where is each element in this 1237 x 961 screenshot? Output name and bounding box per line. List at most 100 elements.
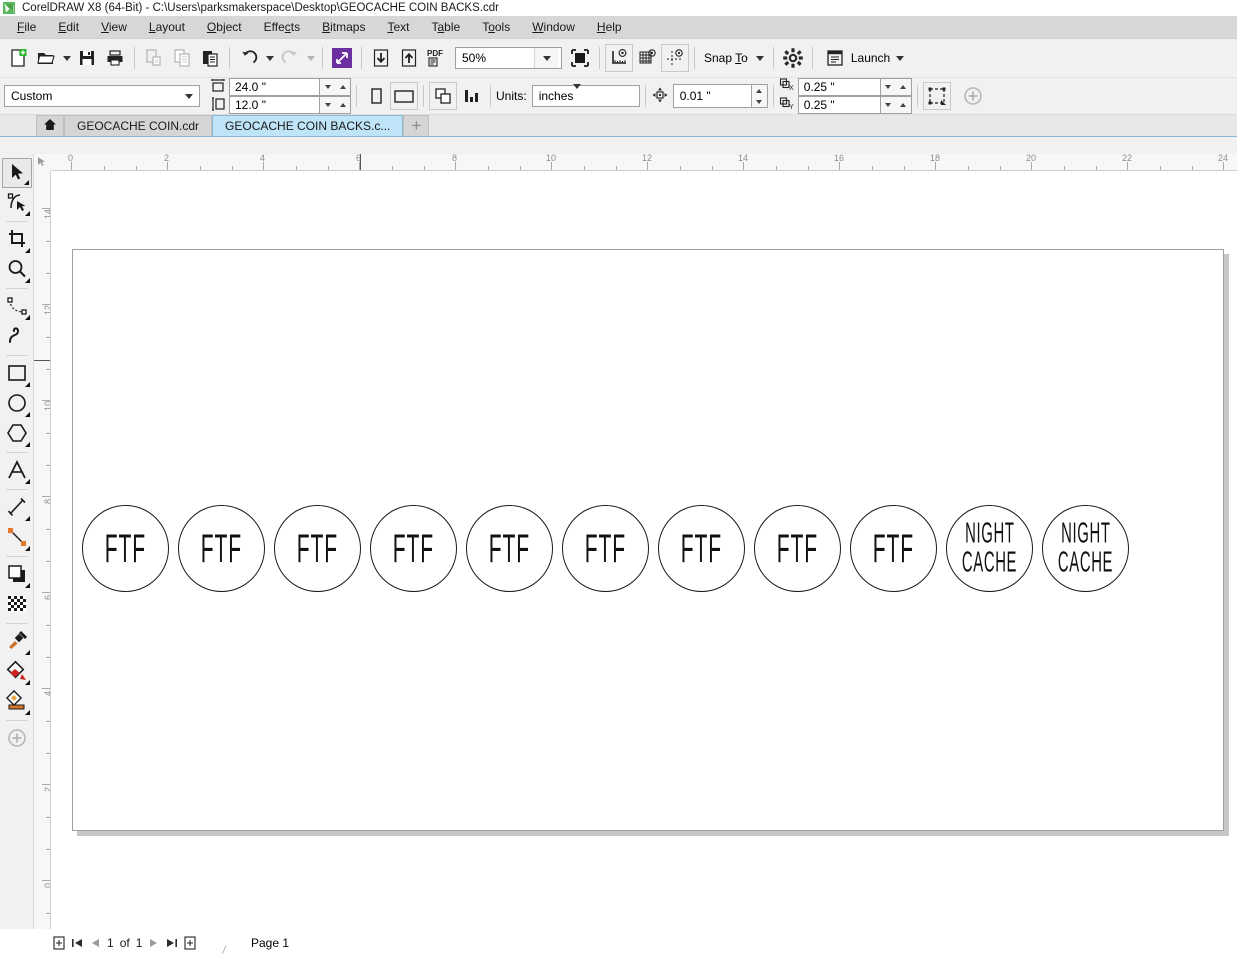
page-width-spinner[interactable] bbox=[319, 78, 351, 96]
full-screen-preview-button[interactable] bbox=[566, 44, 594, 72]
ruler-origin-button[interactable] bbox=[34, 154, 51, 171]
document-tab-1[interactable]: GEOCACHE COIN BACKS.c... bbox=[212, 115, 404, 136]
home-screen-tab[interactable] bbox=[36, 115, 64, 136]
add-page-after-button[interactable] bbox=[181, 934, 199, 952]
shape-tool[interactable] bbox=[2, 188, 32, 218]
units-combobox[interactable]: inches bbox=[531, 84, 640, 107]
open-document-button[interactable] bbox=[32, 44, 60, 72]
text-tool[interactable] bbox=[2, 456, 32, 486]
add-page-before-button[interactable] bbox=[50, 934, 68, 952]
transparency-tool[interactable] bbox=[2, 590, 32, 620]
show-guides-button[interactable] bbox=[661, 44, 689, 72]
current-page-only-button[interactable] bbox=[457, 82, 485, 110]
last-page-button[interactable] bbox=[163, 934, 181, 952]
print-button[interactable] bbox=[101, 44, 129, 72]
menu-effects[interactable]: Effects bbox=[253, 17, 311, 37]
duplicate-y-input[interactable]: 0.25 " bbox=[797, 96, 880, 114]
color-eyedropper-tool[interactable] bbox=[2, 627, 32, 657]
duplicate-x-input[interactable]: 0.25 " bbox=[797, 78, 880, 96]
document-tab-0[interactable]: GEOCACHE COIN.cdr bbox=[64, 115, 213, 136]
first-page-button[interactable] bbox=[68, 934, 86, 952]
menu-tools[interactable]: Tools bbox=[471, 17, 521, 37]
coin-ftf-3[interactable]: FTF bbox=[274, 505, 361, 592]
all-pages-button[interactable] bbox=[429, 82, 457, 110]
polygon-tool[interactable] bbox=[2, 419, 32, 449]
new-document-button[interactable] bbox=[4, 44, 32, 72]
units-dropdown-arrow[interactable] bbox=[573, 84, 582, 103]
menu-layout[interactable]: Layout bbox=[138, 17, 196, 37]
fill-tool[interactable] bbox=[2, 657, 32, 687]
zoom-level-dropdown-arrow[interactable] bbox=[534, 48, 558, 68]
drop-shadow-tool[interactable] bbox=[2, 560, 32, 590]
new-document-tab-button[interactable]: + bbox=[403, 115, 430, 136]
treat-as-filled-button[interactable] bbox=[922, 82, 951, 110]
artistic-media-tool[interactable] bbox=[2, 322, 32, 352]
rectangle-tool[interactable] bbox=[2, 359, 32, 389]
connector-tool[interactable] bbox=[2, 523, 32, 553]
menu-help[interactable]: Help bbox=[586, 17, 633, 37]
current-page-number[interactable]: 1 bbox=[104, 936, 117, 950]
zoom-level-combobox[interactable] bbox=[455, 47, 562, 69]
menu-view[interactable]: View bbox=[90, 17, 138, 37]
search-content-button[interactable] bbox=[328, 44, 356, 72]
page-height-spinner[interactable] bbox=[319, 96, 351, 114]
landscape-orientation-button[interactable] bbox=[390, 82, 418, 110]
menu-text[interactable]: Text bbox=[376, 17, 420, 37]
menu-object[interactable]: Object bbox=[196, 17, 253, 37]
coin-ftf-2[interactable]: FTF bbox=[178, 505, 265, 592]
show-rulers-button[interactable] bbox=[605, 44, 633, 72]
menu-window[interactable]: Window bbox=[521, 17, 586, 37]
coin-ftf-7[interactable]: FTF bbox=[658, 505, 745, 592]
interactive-fill-tool[interactable] bbox=[2, 687, 32, 717]
application-launcher-button[interactable]: Launch bbox=[818, 45, 907, 71]
publish-pdf-button[interactable]: PDF bbox=[423, 44, 451, 72]
duplicate-y-spinner[interactable] bbox=[879, 96, 912, 114]
page-size-dropdown-arrow[interactable] bbox=[179, 86, 199, 106]
menu-edit[interactable]: Edit bbox=[47, 17, 90, 37]
import-button[interactable] bbox=[367, 44, 395, 72]
redo-dropdown[interactable] bbox=[304, 45, 317, 71]
zoom-level-input[interactable] bbox=[456, 48, 534, 68]
page-tab-1[interactable]: Page 1 bbox=[226, 931, 315, 954]
coin-night-cache-1[interactable]: NIGHT CACHE bbox=[946, 505, 1033, 592]
options-gear-button[interactable] bbox=[779, 44, 807, 72]
menu-bitmaps[interactable]: Bitmaps bbox=[311, 17, 376, 37]
paste-button[interactable] bbox=[196, 44, 224, 72]
menu-table[interactable]: Table bbox=[420, 17, 471, 37]
dimension-tool[interactable] bbox=[2, 493, 32, 523]
save-document-button[interactable] bbox=[73, 44, 101, 72]
freehand-tool[interactable] bbox=[2, 292, 32, 322]
duplicate-x-spinner[interactable] bbox=[879, 78, 912, 96]
redo-button[interactable] bbox=[276, 44, 304, 72]
coin-ftf-1[interactable]: FTF bbox=[82, 505, 169, 592]
ellipse-tool[interactable] bbox=[2, 389, 32, 419]
vertical-ruler[interactable]: 14 12 10 8 6 4 2 bbox=[34, 171, 51, 929]
property-bar-add-button[interactable] bbox=[959, 82, 987, 110]
coin-ftf-6[interactable]: FTF bbox=[562, 505, 649, 592]
drawing-canvas[interactable]: FTF FTF FTF FTF FTF FTF FTF FTF FTF NIGH… bbox=[51, 171, 1237, 929]
coin-ftf-5[interactable]: FTF bbox=[466, 505, 553, 592]
crop-tool[interactable] bbox=[2, 225, 32, 255]
cut-button[interactable] bbox=[140, 44, 168, 72]
coin-night-cache-2[interactable]: NIGHT CACHE bbox=[1042, 505, 1129, 592]
undo-dropdown[interactable] bbox=[263, 45, 276, 71]
nudge-offset-input[interactable]: 0.01 " bbox=[672, 84, 751, 108]
export-button[interactable] bbox=[395, 44, 423, 72]
drawing-page[interactable]: FTF FTF FTF FTF FTF FTF FTF FTF FTF NIGH… bbox=[72, 249, 1224, 831]
nudge-offset-spinner[interactable] bbox=[750, 84, 768, 108]
page-width-input[interactable]: 24.0 " bbox=[229, 78, 319, 96]
next-page-button[interactable] bbox=[145, 934, 163, 952]
horizontal-ruler[interactable]: 0 2 4 6 8 10 12 14 16 18 20 22 24 bbox=[34, 154, 1237, 171]
coin-ftf-4[interactable]: FTF bbox=[370, 505, 457, 592]
previous-page-button[interactable] bbox=[86, 934, 104, 952]
copy-button[interactable] bbox=[168, 44, 196, 72]
undo-button[interactable] bbox=[235, 44, 263, 72]
page-size-combobox[interactable]: Custom bbox=[4, 85, 200, 107]
pick-tool[interactable] bbox=[1, 158, 32, 188]
add-tool-button[interactable] bbox=[2, 724, 32, 754]
show-grid-button[interactable] bbox=[633, 44, 661, 72]
portrait-orientation-button[interactable] bbox=[362, 82, 390, 110]
snap-to-dropdown[interactable]: Snap To bbox=[700, 45, 768, 71]
menu-file[interactable]: File bbox=[6, 17, 47, 37]
coin-ftf-8[interactable]: FTF bbox=[754, 505, 841, 592]
